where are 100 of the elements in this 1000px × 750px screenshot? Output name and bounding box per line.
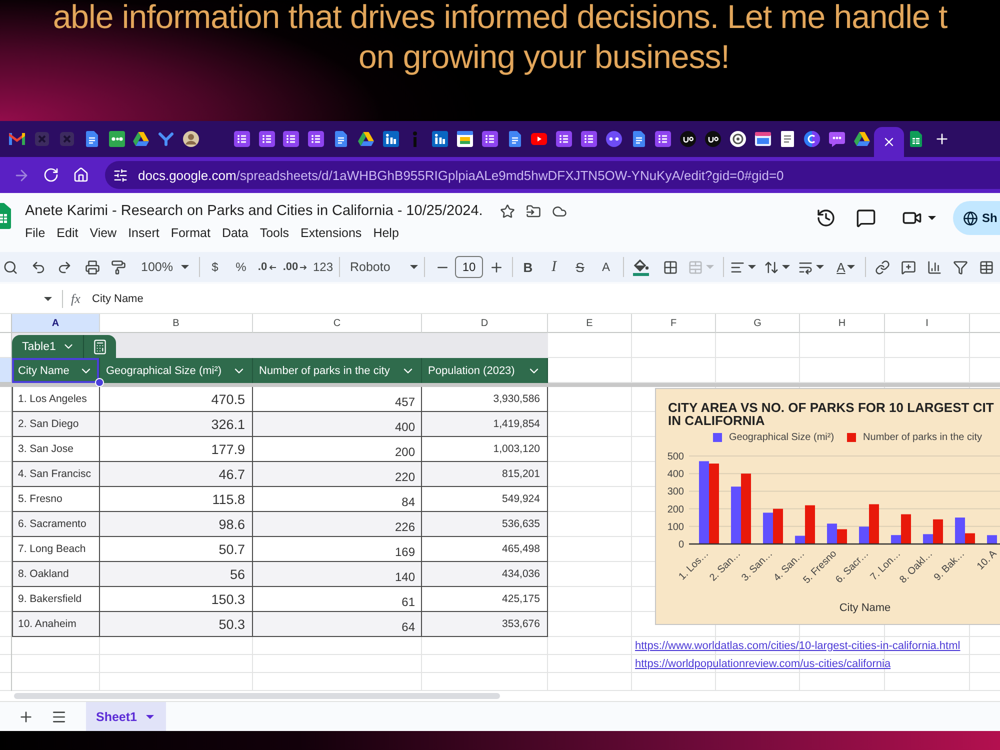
list-icon[interactable]	[234, 131, 250, 147]
caret-icon[interactable]	[928, 216, 936, 220]
menu-item[interactable]: File	[25, 225, 46, 241]
home-icon[interactable]	[73, 167, 89, 183]
caret-icon[interactable]	[847, 265, 856, 269]
comment-add-icon[interactable]	[900, 260, 916, 274]
c-circle-icon[interactable]	[804, 131, 820, 147]
filter-icon[interactable]	[952, 260, 968, 274]
table-header-cell[interactable]: Number of parks in the city	[253, 358, 422, 383]
increase-decimal-button[interactable]: .00	[280, 254, 310, 280]
dots-circle-icon[interactable]	[606, 131, 622, 147]
menu-icon[interactable]	[51, 708, 67, 724]
calendar-icon[interactable]	[456, 131, 473, 147]
triangle-logo-icon[interactable]	[854, 132, 870, 146]
redo-icon[interactable]	[56, 260, 72, 274]
arrow-up-down-icon[interactable]	[764, 260, 779, 274]
caret-icon[interactable]	[181, 265, 189, 269]
page-icon[interactable]	[780, 131, 794, 147]
y-shape-icon[interactable]	[158, 132, 174, 146]
share-button[interactable]: Sh	[953, 201, 1000, 235]
sliders-icon[interactable]	[113, 168, 128, 182]
text-wrap-icon[interactable]	[798, 260, 813, 274]
table-header-cell[interactable]: City Name	[12, 358, 100, 383]
horizontal-scrollbar[interactable]	[14, 693, 500, 699]
link[interactable]: https://www.worldatlas.com/cities/10-largest-cities-in-california.html	[635, 640, 960, 652]
plus-icon[interactable]	[934, 131, 950, 147]
selection-handle-icon[interactable]	[95, 378, 104, 387]
table-header-cell[interactable]: Population (2023)	[422, 358, 548, 383]
caret-icon[interactable]	[146, 714, 154, 718]
document-icon[interactable]	[334, 131, 347, 147]
list-icon[interactable]	[308, 131, 324, 147]
list-icon[interactable]	[556, 131, 572, 147]
menu-item[interactable]: Insert	[128, 225, 160, 241]
chart-icon[interactable]	[926, 260, 942, 274]
mail-icon[interactable]	[9, 133, 26, 145]
bold-button[interactable]: B	[515, 254, 541, 280]
text-color-button[interactable]: A	[593, 254, 619, 280]
avatar-icon[interactable]	[182, 131, 199, 147]
triangle-logo-icon[interactable]	[133, 132, 150, 146]
percent-button[interactable]: %	[228, 254, 254, 280]
align-left-icon[interactable]	[730, 260, 745, 274]
circle-logo-icon[interactable]	[704, 131, 721, 147]
caret-icon[interactable]	[816, 265, 824, 269]
font-size-field[interactable]: 10	[455, 256, 483, 278]
dots-tile-icon[interactable]	[108, 131, 125, 147]
menu-item[interactable]: Extensions	[300, 225, 362, 241]
menu-item[interactable]: Tools	[260, 225, 290, 241]
table-name-dropdown[interactable]: Table1	[12, 335, 83, 358]
caret-icon[interactable]	[44, 296, 52, 300]
paint-roller-icon[interactable]	[110, 260, 126, 274]
search-icon[interactable]	[2, 260, 18, 274]
printer-icon[interactable]	[84, 260, 100, 274]
history-icon[interactable]	[816, 208, 836, 228]
document-title[interactable]: Anete Karimi - Research on Parks and Cities in California - 10/25/2024.	[25, 202, 483, 220]
list-icon[interactable]	[482, 131, 498, 147]
document-icon[interactable]	[508, 131, 521, 147]
paint-bucket-icon[interactable]	[632, 258, 650, 276]
list-icon[interactable]	[258, 131, 275, 147]
menu-item[interactable]: Help	[373, 225, 399, 241]
reload-icon[interactable]	[43, 167, 59, 183]
spreadsheet-icon[interactable]	[910, 131, 922, 147]
table-header-cell[interactable]: Geographical Size (mi²)	[100, 358, 253, 383]
grid-icon[interactable]	[662, 260, 678, 274]
document-icon[interactable]	[632, 131, 645, 147]
undo-icon[interactable]	[30, 260, 46, 274]
chat-bubble-icon[interactable]	[828, 131, 845, 147]
ring-icon[interactable]	[730, 131, 746, 147]
strikethrough-button[interactable]: S	[567, 254, 593, 280]
menu-item[interactable]: View	[90, 225, 117, 241]
circle-logo-icon[interactable]	[680, 131, 696, 147]
play-button-icon[interactable]	[531, 133, 548, 145]
bars-tile-icon[interactable]	[432, 131, 448, 147]
globe-icon[interactable]	[963, 210, 978, 226]
document-icon[interactable]	[86, 131, 98, 147]
browser-tab[interactable]	[874, 127, 904, 157]
column-header[interactable]: A	[12, 314, 100, 333]
comment-icon[interactable]	[856, 208, 876, 228]
cloud-icon[interactable]	[552, 204, 567, 218]
menu-item[interactable]: Format	[170, 225, 210, 241]
font-dropdown[interactable]: Roboto	[344, 254, 424, 280]
bars-tile-icon[interactable]	[382, 131, 399, 147]
list-icon[interactable]	[283, 131, 300, 147]
link[interactable]: https://worldpopulationreview.com/us-cities/california	[635, 658, 891, 670]
link-icon[interactable]	[874, 260, 890, 274]
sheet-tab[interactable]: Sheet1	[86, 702, 166, 732]
plus-icon[interactable]	[18, 708, 34, 724]
italic-button[interactable]: I	[541, 254, 567, 280]
menu-item[interactable]: Data	[222, 225, 248, 241]
menu-item[interactable]: Edit	[56, 225, 78, 241]
calculator-icon[interactable]	[92, 338, 108, 354]
folder-move-icon[interactable]	[526, 204, 541, 218]
plus-icon[interactable]	[488, 260, 504, 274]
address-bar[interactable]: docs.google.com/spreadsheets/d/1aWHBGhB955RIGplpiaALe9md5hwDFXJTN5OW-YNuKyA/edit?gid=0#gid=0	[105, 161, 1000, 189]
caret-icon[interactable]	[748, 265, 756, 269]
decrease-decimal-button[interactable]: .0	[254, 254, 280, 280]
number-format-button[interactable]: 123	[310, 254, 336, 280]
zoom-dropdown[interactable]: 100%	[135, 254, 195, 280]
star-icon[interactable]	[500, 204, 515, 218]
list-icon[interactable]	[655, 131, 672, 147]
x-tile-icon[interactable]	[35, 132, 50, 146]
